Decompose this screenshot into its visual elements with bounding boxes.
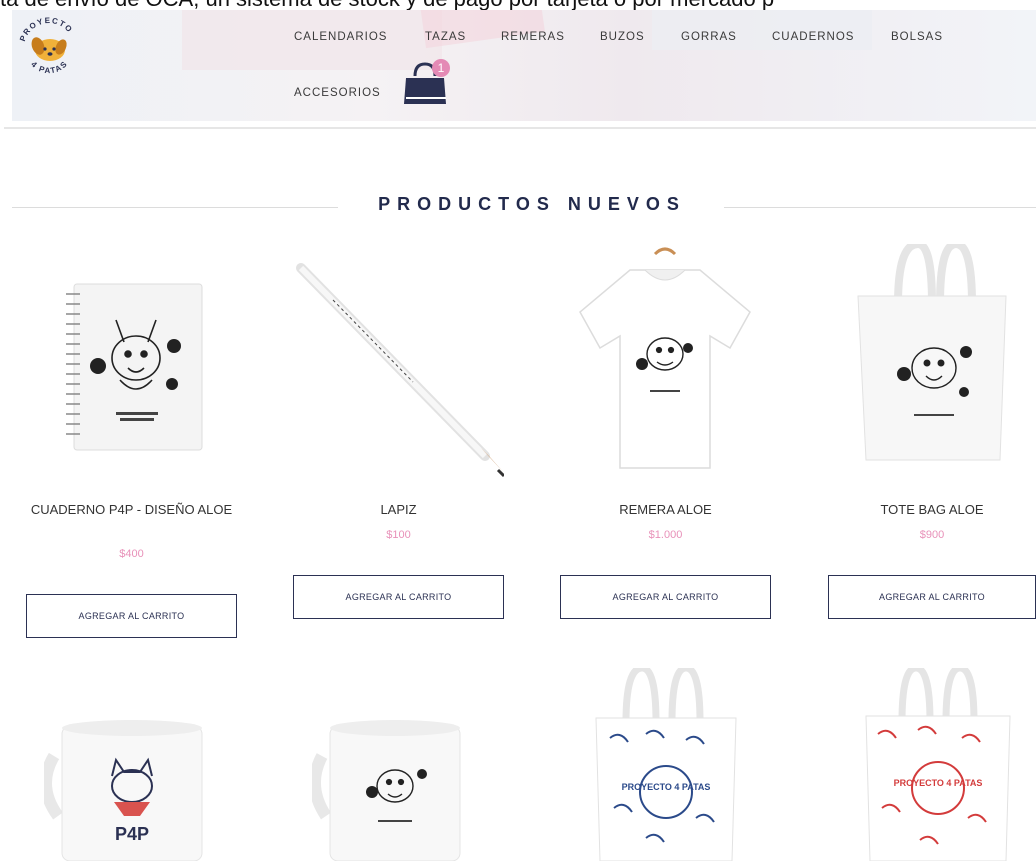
cart-count-badge: 1: [432, 59, 450, 77]
divider: [724, 207, 1036, 208]
nav-item-tazas[interactable]: TAZAS: [425, 31, 466, 43]
mug-aloe-image[interactable]: [312, 716, 472, 861]
product-card: LAPIZ $100 AGREGAR AL CARRITO: [293, 240, 504, 620]
logo[interactable]: PROYECTO 4 PATAS: [14, 10, 84, 80]
tote-bag-blue-image[interactable]: PROYECTO 4 PATAS: [586, 668, 746, 861]
product-name[interactable]: LAPIZ: [293, 500, 504, 519]
header-divider: [4, 127, 1036, 129]
product-name[interactable]: TOTE BAG ALOE: [828, 500, 1036, 519]
logo-text-bottom: 4 PATAS: [29, 59, 68, 75]
nav-item-accesorios[interactable]: ACCESORIOS: [294, 87, 381, 99]
product-card: CUADERNO P4P - DISEÑO ALOE $400 AGREGAR …: [26, 240, 237, 640]
mug-cat-image[interactable]: P4P: [44, 716, 214, 861]
product-price: $400: [119, 548, 144, 560]
product-card: REMERA ALOE $1.000 AGREGAR AL CARRITO: [560, 240, 771, 620]
tote-bag-logo-text: PROYECTO 4 PATAS: [894, 778, 983, 788]
product-price: $1.000: [648, 529, 683, 541]
nav-item-calendarios[interactable]: CALENDARIOS: [294, 31, 387, 43]
svg-text:4 PATAS: 4 PATAS: [29, 59, 69, 75]
pencil-image[interactable]: [293, 260, 504, 480]
svg-text:PROYECTO: PROYECTO: [18, 16, 75, 43]
product-card: TOTE BAG ALOE $900 AGREGAR AL CARRITO: [828, 240, 1036, 620]
tote-bag-red-image[interactable]: PROYECTO 4 PATAS: [858, 668, 1018, 861]
add-to-cart-button[interactable]: AGREGAR AL CARRITO: [26, 594, 237, 638]
tote-bag-logo-text: PROYECTO 4 PATAS: [622, 782, 711, 792]
add-to-cart-button[interactable]: AGREGAR AL CARRITO: [560, 575, 771, 619]
nav-item-cuadernos[interactable]: CUADERNOS: [772, 31, 854, 43]
nav-item-buzos[interactable]: BUZOS: [600, 31, 645, 43]
header-banner: [12, 10, 1036, 121]
nav-item-remeras[interactable]: REMERAS: [501, 31, 565, 43]
notebook-image[interactable]: [46, 280, 226, 460]
product-name[interactable]: REMERA ALOE: [560, 500, 771, 519]
add-to-cart-button[interactable]: AGREGAR AL CARRITO: [828, 575, 1036, 619]
logo-text-top: PROYECTO: [18, 16, 73, 43]
divider: [12, 207, 338, 208]
product-price: $900: [919, 529, 945, 541]
add-to-cart-button[interactable]: AGREGAR AL CARRITO: [293, 575, 504, 619]
tote-bag-image[interactable]: [848, 244, 1018, 474]
banner-decoration: [652, 10, 872, 50]
mug-logo-text: P4P: [115, 824, 149, 844]
tshirt-image[interactable]: [570, 244, 760, 476]
nav-item-gorras[interactable]: GORRAS: [681, 31, 737, 43]
dog-icon: [31, 37, 67, 61]
section-title: PRODUCTOS NUEVOS: [378, 194, 686, 214]
section-header: PRODUCTOS NUEVOS: [0, 194, 1036, 218]
nav-item-bolsas[interactable]: BOLSAS: [891, 31, 943, 43]
product-price: $100: [386, 529, 411, 541]
product-name[interactable]: CUADERNO P4P - DISEÑO ALOE: [26, 500, 237, 519]
